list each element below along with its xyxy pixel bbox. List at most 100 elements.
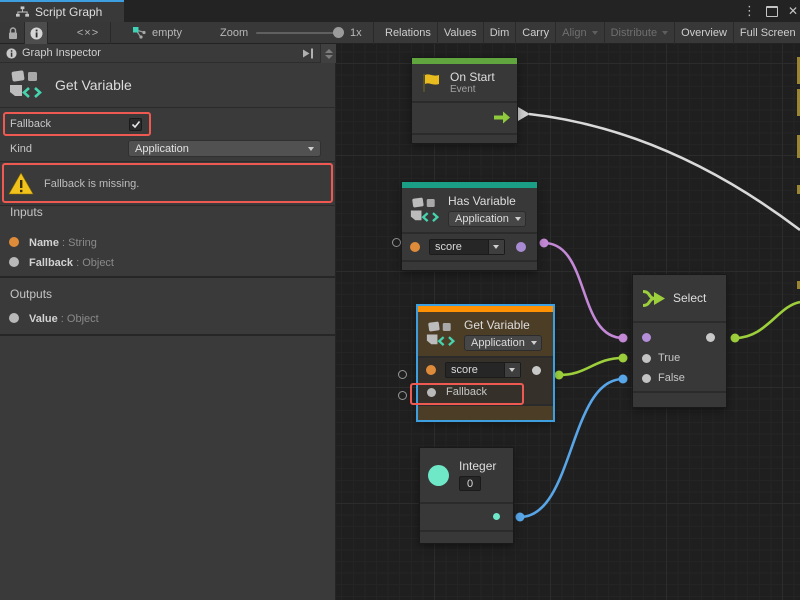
- relations-button[interactable]: Relations: [379, 22, 438, 44]
- control-connector-triangle: [518, 107, 530, 121]
- overview-button[interactable]: Overview: [675, 22, 734, 44]
- node-get-variable[interactable]: Get Variable Application score Fallback: [418, 306, 553, 420]
- warning-text: Fallback is missing.: [44, 178, 139, 190]
- node-title: Get Variable: [464, 318, 542, 332]
- unit-title: Get Variable: [55, 77, 132, 93]
- variable-name-field[interactable]: score: [445, 362, 521, 378]
- connection-wires[interactable]: [336, 44, 800, 600]
- fallback-port-label: Fallback: [446, 386, 487, 398]
- inspector-header: Graph Inspector: [0, 44, 336, 63]
- dim-button[interactable]: Dim: [484, 22, 517, 44]
- free-port-circle[interactable]: [392, 238, 401, 247]
- chevron-down-icon: [531, 341, 537, 345]
- kind-value: Application: [135, 143, 189, 155]
- input-port-name: Name : String: [9, 232, 97, 252]
- zoom-slider-knob[interactable]: [333, 27, 344, 38]
- graph-canvas[interactable]: On Start Event: [336, 44, 800, 600]
- graph-icon: [16, 6, 29, 18]
- wire-has-variable-to-select[interactable]: [544, 243, 623, 338]
- zoom-slider[interactable]: [256, 32, 342, 34]
- free-port-circle[interactable]: [398, 370, 407, 379]
- close-icon[interactable]: ✕: [788, 4, 798, 18]
- inputs-header: Inputs: [10, 205, 43, 219]
- integer-output-port[interactable]: [493, 513, 500, 520]
- selection-output-port[interactable]: [706, 333, 715, 342]
- unit-summary: Get Variable: [0, 63, 336, 107]
- flag-icon: [420, 72, 442, 94]
- graph-toolbar: <×> empty Zoom 1x Relations Values Dim C…: [0, 22, 800, 44]
- node-on-start[interactable]: On Start Event: [412, 58, 517, 143]
- zoom-label: Zoom: [220, 27, 248, 39]
- free-port-circle[interactable]: [398, 391, 407, 400]
- values-button[interactable]: Values: [438, 22, 484, 44]
- wire-select-output[interactable]: [735, 302, 800, 338]
- select-icon: [641, 288, 666, 309]
- condition-input-port[interactable]: [642, 333, 651, 342]
- full-screen-button[interactable]: Full Screen: [734, 22, 800, 44]
- port-dot-gray: [9, 313, 19, 323]
- kind-dropdown[interactable]: Application: [128, 140, 321, 157]
- node-integer[interactable]: Integer 0: [420, 448, 513, 543]
- node-title: Integer: [459, 459, 496, 473]
- wire-get-variable-to-select-true[interactable]: [559, 358, 623, 375]
- info-icon: [30, 27, 43, 40]
- false-input-port[interactable]: [642, 374, 651, 383]
- inspector-scroll-arrows[interactable]: [320, 44, 336, 63]
- integer-icon: [428, 465, 449, 486]
- bool-output-port[interactable]: [516, 242, 526, 252]
- node-title: Select: [673, 291, 706, 305]
- breadcrumb-label: empty: [152, 27, 182, 39]
- chevron-down-icon: [592, 31, 598, 35]
- node-title: Has Variable: [448, 194, 526, 208]
- empty-graph-icon: [133, 27, 147, 39]
- kind-dropdown[interactable]: Application: [464, 335, 542, 351]
- wire-control-on-start[interactable]: [529, 114, 800, 230]
- scroll-up-icon[interactable]: [325, 49, 333, 53]
- variable-name-field[interactable]: score: [429, 239, 505, 255]
- control-output-arrow-icon[interactable]: [494, 111, 510, 124]
- window-menu-icon[interactable]: ⋮: [743, 3, 756, 19]
- code-toggle-icon[interactable]: <×>: [68, 22, 108, 44]
- variables-icon: [426, 321, 456, 348]
- kind-label: Kind: [10, 143, 32, 155]
- input-port-fallback: Fallback : Object: [9, 252, 114, 272]
- warning-row: Fallback is missing.: [8, 169, 328, 199]
- align-button[interactable]: Align: [556, 22, 604, 44]
- true-port-label: True: [658, 352, 680, 364]
- node-has-variable[interactable]: Has Variable Application score: [402, 182, 537, 270]
- name-input-port[interactable]: [426, 365, 436, 375]
- carry-button[interactable]: Carry: [516, 22, 556, 44]
- fallback-input-port[interactable]: [427, 388, 436, 397]
- fallback-checkbox[interactable]: [129, 118, 142, 131]
- variable-picker-button[interactable]: [488, 240, 504, 254]
- checkmark-icon: [131, 120, 141, 129]
- kind-row: Kind: [10, 140, 32, 157]
- fallback-option-label: Fallback: [10, 118, 51, 130]
- zoom-value: 1x: [350, 27, 362, 39]
- script-graph-window: Script Graph ⋮ ✕ <×>: [0, 0, 800, 600]
- warning-icon: [8, 172, 34, 196]
- graph-inspector-panel: Graph Inspector Get Variable Fallback: [0, 44, 336, 600]
- integer-value-field[interactable]: 0: [459, 476, 481, 491]
- true-input-port[interactable]: [642, 354, 651, 363]
- toolbar-buttons: Relations Values Dim Carry Align Distrib…: [379, 22, 800, 44]
- lock-icon[interactable]: [7, 26, 19, 41]
- value-output-port[interactable]: [532, 366, 541, 375]
- node-select[interactable]: Select True False: [633, 275, 726, 407]
- tab-script-graph[interactable]: Script Graph: [0, 0, 124, 22]
- variables-icon: [410, 197, 440, 224]
- name-input-port[interactable]: [410, 242, 420, 252]
- info-toggle-button[interactable]: [24, 22, 48, 44]
- node-title: On Start: [450, 70, 495, 84]
- scroll-down-icon[interactable]: [325, 55, 333, 59]
- variables-icon: [9, 70, 43, 100]
- distribute-button[interactable]: Distribute: [605, 22, 675, 44]
- node-subtitle: Event: [450, 84, 495, 95]
- graph-breadcrumb[interactable]: empty: [133, 22, 182, 44]
- kind-dropdown[interactable]: Application: [448, 211, 526, 227]
- variable-picker-button[interactable]: [504, 363, 520, 377]
- title-bar: Script Graph ⋮ ✕: [0, 0, 800, 22]
- maximize-icon[interactable]: [766, 6, 778, 17]
- dock-right-icon[interactable]: [302, 48, 314, 59]
- chevron-down-icon: [662, 31, 668, 35]
